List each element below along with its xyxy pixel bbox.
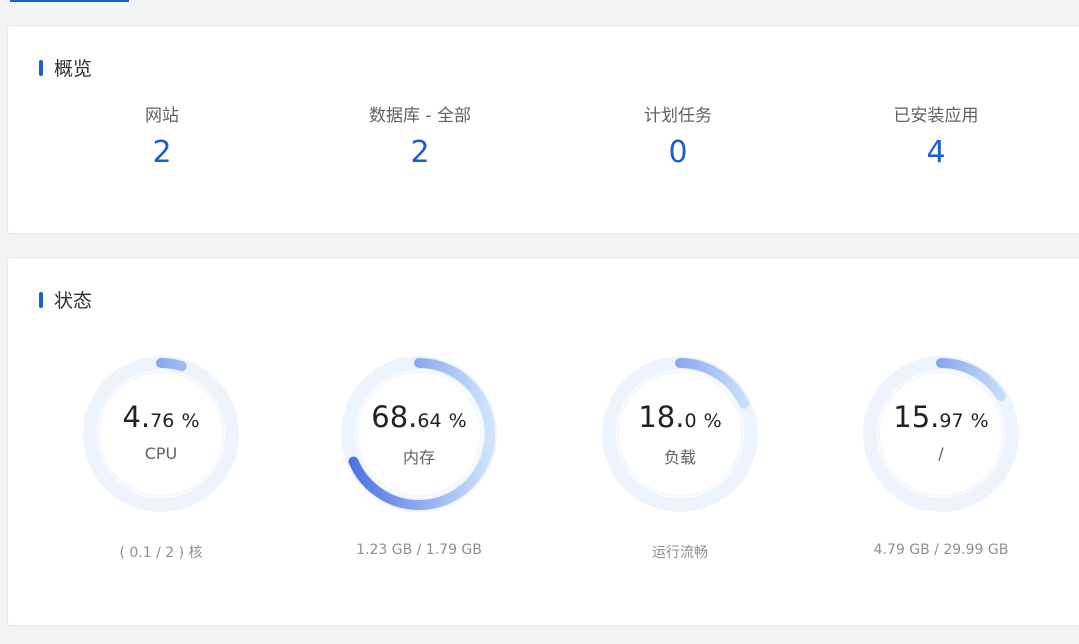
gauge-cpu[interactable]: 4.76 % CPU ( 0.1 / 2 ) 核 [41,352,281,562]
disk-ring-chart [863,356,1019,512]
stat-databases[interactable]: 数据库 - 全部 2 [310,104,530,170]
ring-track [83,356,239,512]
gauge-detail: ( 0.1 / 2 ) 核 [119,545,203,561]
overview-card: 概览 网站 2 数据库 - 全部 2 计划任务 0 已安装应用 4 [7,25,1079,234]
overview-title-text: 概览 [54,58,93,80]
ring-inner-line [878,371,1004,497]
status-title-text: 状态 [54,290,93,312]
stat-websites[interactable]: 网站 2 [52,104,272,170]
ring-inner-line [617,371,743,497]
title-accent-bar [39,59,43,76]
cpu-ring-chart [83,356,239,512]
gauge-load[interactable]: 18.0 % 负载 运行流畅 [560,352,800,562]
stat-cron-jobs[interactable]: 计划任务 0 [568,104,788,170]
stat-label: 已安装应用 [893,106,979,126]
gauge-detail: 4.79 GB / 29.99 GB [873,542,1009,558]
stat-value[interactable]: 0 [568,136,788,170]
status-card: 状态 4.76 % CPU ( 0.1 / 2 ) 核 68.64 % 内存 1… [7,257,1079,626]
stat-label: 计划任务 [644,106,712,126]
ring-inner-line [98,371,224,497]
memory-ring-chart [341,356,497,512]
gauge-detail: 运行流畅 [652,545,708,561]
load-ring-chart [602,356,758,512]
ring-inner-line [356,371,482,497]
gauge-disk[interactable]: 15.97 % / 4.79 GB / 29.99 GB [821,352,1061,558]
stat-value[interactable]: 2 [310,136,530,170]
stat-value[interactable]: 2 [52,136,272,170]
stat-label: 网站 [145,106,179,126]
stat-label: 数据库 - 全部 [369,106,471,126]
title-accent-bar [39,291,43,308]
active-tab-indicator [10,0,129,2]
stat-value[interactable]: 4 [826,136,1046,170]
gauge-detail: 1.23 GB / 1.79 GB [356,542,482,558]
overview-title: 概览 [39,54,92,81]
gauge-memory[interactable]: 68.64 % 内存 1.23 GB / 1.79 GB [299,352,539,558]
stat-installed-apps[interactable]: 已安装应用 4 [826,104,1046,170]
status-title: 状态 [39,286,92,313]
